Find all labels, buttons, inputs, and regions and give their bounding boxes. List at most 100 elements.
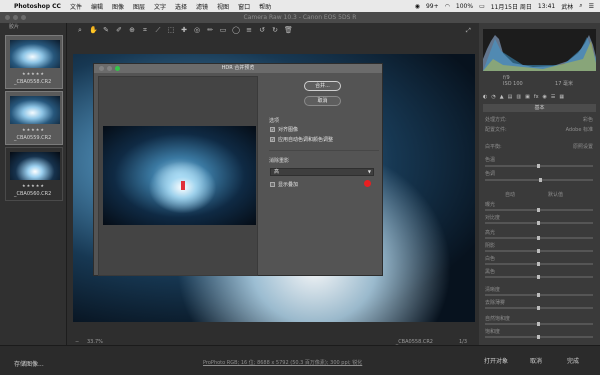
chevron-down-icon: ▼ bbox=[367, 169, 371, 174]
snapshots-tab-icon[interactable]: ▦ bbox=[559, 94, 564, 102]
rotate-left-icon[interactable]: ↺ bbox=[258, 26, 266, 34]
dialog-close-button[interactable] bbox=[99, 66, 104, 71]
white-balance-row[interactable]: 白平衡: 原照设置 bbox=[485, 143, 593, 150]
profile-row[interactable]: 配置文件: Adobe 标准 bbox=[485, 126, 593, 133]
spot-removal-icon[interactable]: ✚ bbox=[180, 26, 188, 34]
cancel-button[interactable]: 取消 bbox=[523, 357, 549, 367]
auto-link[interactable]: 自动 bbox=[505, 191, 515, 198]
calibration-tab-icon[interactable]: ◉ bbox=[543, 94, 547, 102]
save-image-button[interactable]: 存储图像... bbox=[14, 359, 44, 368]
vibrance-slider[interactable] bbox=[485, 322, 593, 326]
exposure-slider[interactable] bbox=[485, 208, 593, 212]
wifi-icon[interactable]: ◠ bbox=[445, 3, 450, 10]
checkbox-check-icon[interactable]: ✓ bbox=[270, 137, 275, 142]
effects-tab-icon[interactable]: fx bbox=[534, 94, 539, 102]
user-name[interactable]: 武林 bbox=[561, 2, 573, 11]
menu-view[interactable]: 视图 bbox=[217, 2, 229, 11]
time-text[interactable]: 13:41 bbox=[538, 3, 555, 10]
app-menu[interactable]: Photoshop CC bbox=[14, 3, 61, 10]
hsl-tab-icon[interactable]: ▤ bbox=[508, 94, 513, 102]
zoom-window-button[interactable] bbox=[21, 15, 26, 20]
checkbox-check-icon[interactable]: ✓ bbox=[270, 127, 275, 132]
preferences-icon[interactable]: ≡ bbox=[245, 26, 253, 34]
filmstrip-item[interactable]: ★★★★★ _CBA0560.CR2 bbox=[5, 147, 63, 201]
zoom-tool-icon[interactable]: ⌕ bbox=[76, 26, 84, 35]
date-text[interactable]: 11月15日 周日 bbox=[491, 2, 532, 11]
clarity-label: 清晰度 bbox=[485, 287, 501, 293]
color-sampler-icon[interactable]: ✐ bbox=[115, 26, 123, 34]
dialog-zoom-button[interactable] bbox=[115, 66, 120, 71]
radial-filter-icon[interactable]: ◯ bbox=[232, 26, 240, 34]
temperature-slider[interactable] bbox=[485, 164, 593, 168]
red-eye-icon[interactable]: ◎ bbox=[193, 26, 201, 34]
close-window-button[interactable] bbox=[5, 15, 10, 20]
graduated-filter-icon[interactable]: ▭ bbox=[219, 26, 227, 34]
temperature-label: 色温 bbox=[485, 157, 496, 163]
battery-percent[interactable]: 100% bbox=[456, 3, 473, 10]
basic-tab-icon[interactable]: ◐ bbox=[483, 94, 487, 102]
detail-tab-icon[interactable]: ▲ bbox=[500, 94, 504, 102]
merge-button[interactable]: 合并... bbox=[304, 81, 341, 91]
crop-tool-icon[interactable]: ⌗ bbox=[141, 26, 149, 35]
checkbox-empty-icon[interactable] bbox=[270, 182, 275, 187]
straighten-tool-icon[interactable]: ⟋ bbox=[154, 26, 162, 35]
rating-stars[interactable]: ★★★★★ bbox=[22, 71, 45, 76]
targeted-adjust-icon[interactable]: ⊕ bbox=[128, 26, 136, 34]
menu-select[interactable]: 选择 bbox=[175, 2, 187, 11]
clarity-slider[interactable] bbox=[485, 293, 593, 297]
saturation-slider[interactable] bbox=[485, 335, 593, 339]
done-button[interactable]: 完成 bbox=[560, 357, 586, 367]
menu-help[interactable]: 帮助 bbox=[259, 2, 271, 11]
menu-file[interactable]: 文件 bbox=[70, 2, 82, 11]
overlay-color-swatch[interactable] bbox=[364, 180, 371, 187]
filmstrip-item[interactable]: ★★★★★ _CBA0558.CR2 bbox=[5, 35, 63, 89]
wechat-icon[interactable]: ◉ bbox=[415, 3, 420, 10]
rotate-right-icon[interactable]: ↻ bbox=[271, 26, 279, 34]
lens-tab-icon[interactable]: ▣ bbox=[525, 94, 530, 102]
trash-icon[interactable]: 🗑 bbox=[284, 26, 293, 34]
show-overlay-checkbox[interactable]: 显示叠加 bbox=[270, 181, 298, 188]
blacks-slider[interactable] bbox=[485, 275, 593, 279]
whites-slider[interactable] bbox=[485, 262, 593, 266]
menu-filter[interactable]: 滤镜 bbox=[196, 2, 208, 11]
tint-slider[interactable] bbox=[485, 178, 593, 182]
slider-knob[interactable] bbox=[539, 178, 542, 182]
menu-edit[interactable]: 编辑 bbox=[91, 2, 103, 11]
dialog-minimize-button[interactable] bbox=[107, 66, 112, 71]
filmstrip-item[interactable]: ★★★★★ _CBA0559.CR2 bbox=[5, 91, 63, 145]
treatment-row[interactable]: 处理方式: 彩色 bbox=[485, 116, 593, 123]
align-images-checkbox[interactable]: ✓ 对齐图像 bbox=[270, 126, 298, 133]
rating-stars[interactable]: ★★★★★ bbox=[22, 183, 45, 188]
contrast-slider[interactable] bbox=[485, 221, 593, 225]
battery-count[interactable]: 99+ bbox=[426, 3, 439, 10]
menu-type[interactable]: 文字 bbox=[154, 2, 166, 11]
menu-window[interactable]: 窗口 bbox=[238, 2, 250, 11]
auto-default-row: 自动 默认值 bbox=[485, 191, 593, 198]
dehaze-slider[interactable] bbox=[485, 306, 593, 310]
open-object-button[interactable]: 打开对象 bbox=[478, 357, 514, 367]
default-link[interactable]: 默认值 bbox=[548, 191, 563, 198]
bottom-bar: 存储图像... ProPhoto RGB; 16 位; 8688 x 5792 … bbox=[0, 345, 600, 375]
white-balance-tool-icon[interactable]: ✎ bbox=[102, 26, 110, 34]
highlights-slider[interactable] bbox=[485, 236, 593, 240]
menu-image[interactable]: 图像 bbox=[112, 2, 124, 11]
menu-layer[interactable]: 图层 bbox=[133, 2, 145, 11]
curve-tab-icon[interactable]: ◔ bbox=[491, 94, 495, 102]
fullscreen-icon[interactable]: ⤢ bbox=[466, 27, 471, 35]
split-tone-tab-icon[interactable]: ▥ bbox=[516, 94, 521, 102]
minimize-window-button[interactable] bbox=[13, 15, 18, 20]
workflow-options-link[interactable]: ProPhoto RGB; 16 位; 8688 x 5792 (50.3 百万… bbox=[203, 359, 362, 366]
menu-list-icon[interactable]: ☰ bbox=[589, 3, 594, 10]
transform-tool-icon[interactable]: ⬚ bbox=[167, 26, 175, 34]
battery-icon[interactable]: ▭ bbox=[479, 3, 485, 10]
search-icon[interactable]: ⌕ bbox=[579, 2, 582, 10]
deghost-select[interactable]: 高 ▼ bbox=[270, 168, 374, 176]
slider-knob[interactable] bbox=[537, 164, 540, 168]
brush-tool-icon[interactable]: ✏ bbox=[206, 26, 214, 34]
dialog-cancel-button[interactable]: 取消 bbox=[304, 96, 341, 106]
presets-tab-icon[interactable]: ☰ bbox=[551, 94, 555, 102]
hand-tool-icon[interactable]: ✋ bbox=[89, 26, 98, 34]
rating-stars[interactable]: ★★★★★ bbox=[22, 127, 45, 132]
shadows-slider[interactable] bbox=[485, 249, 593, 253]
auto-tone-checkbox[interactable]: ✓ 应用自动色调和颜色调整 bbox=[270, 136, 333, 143]
